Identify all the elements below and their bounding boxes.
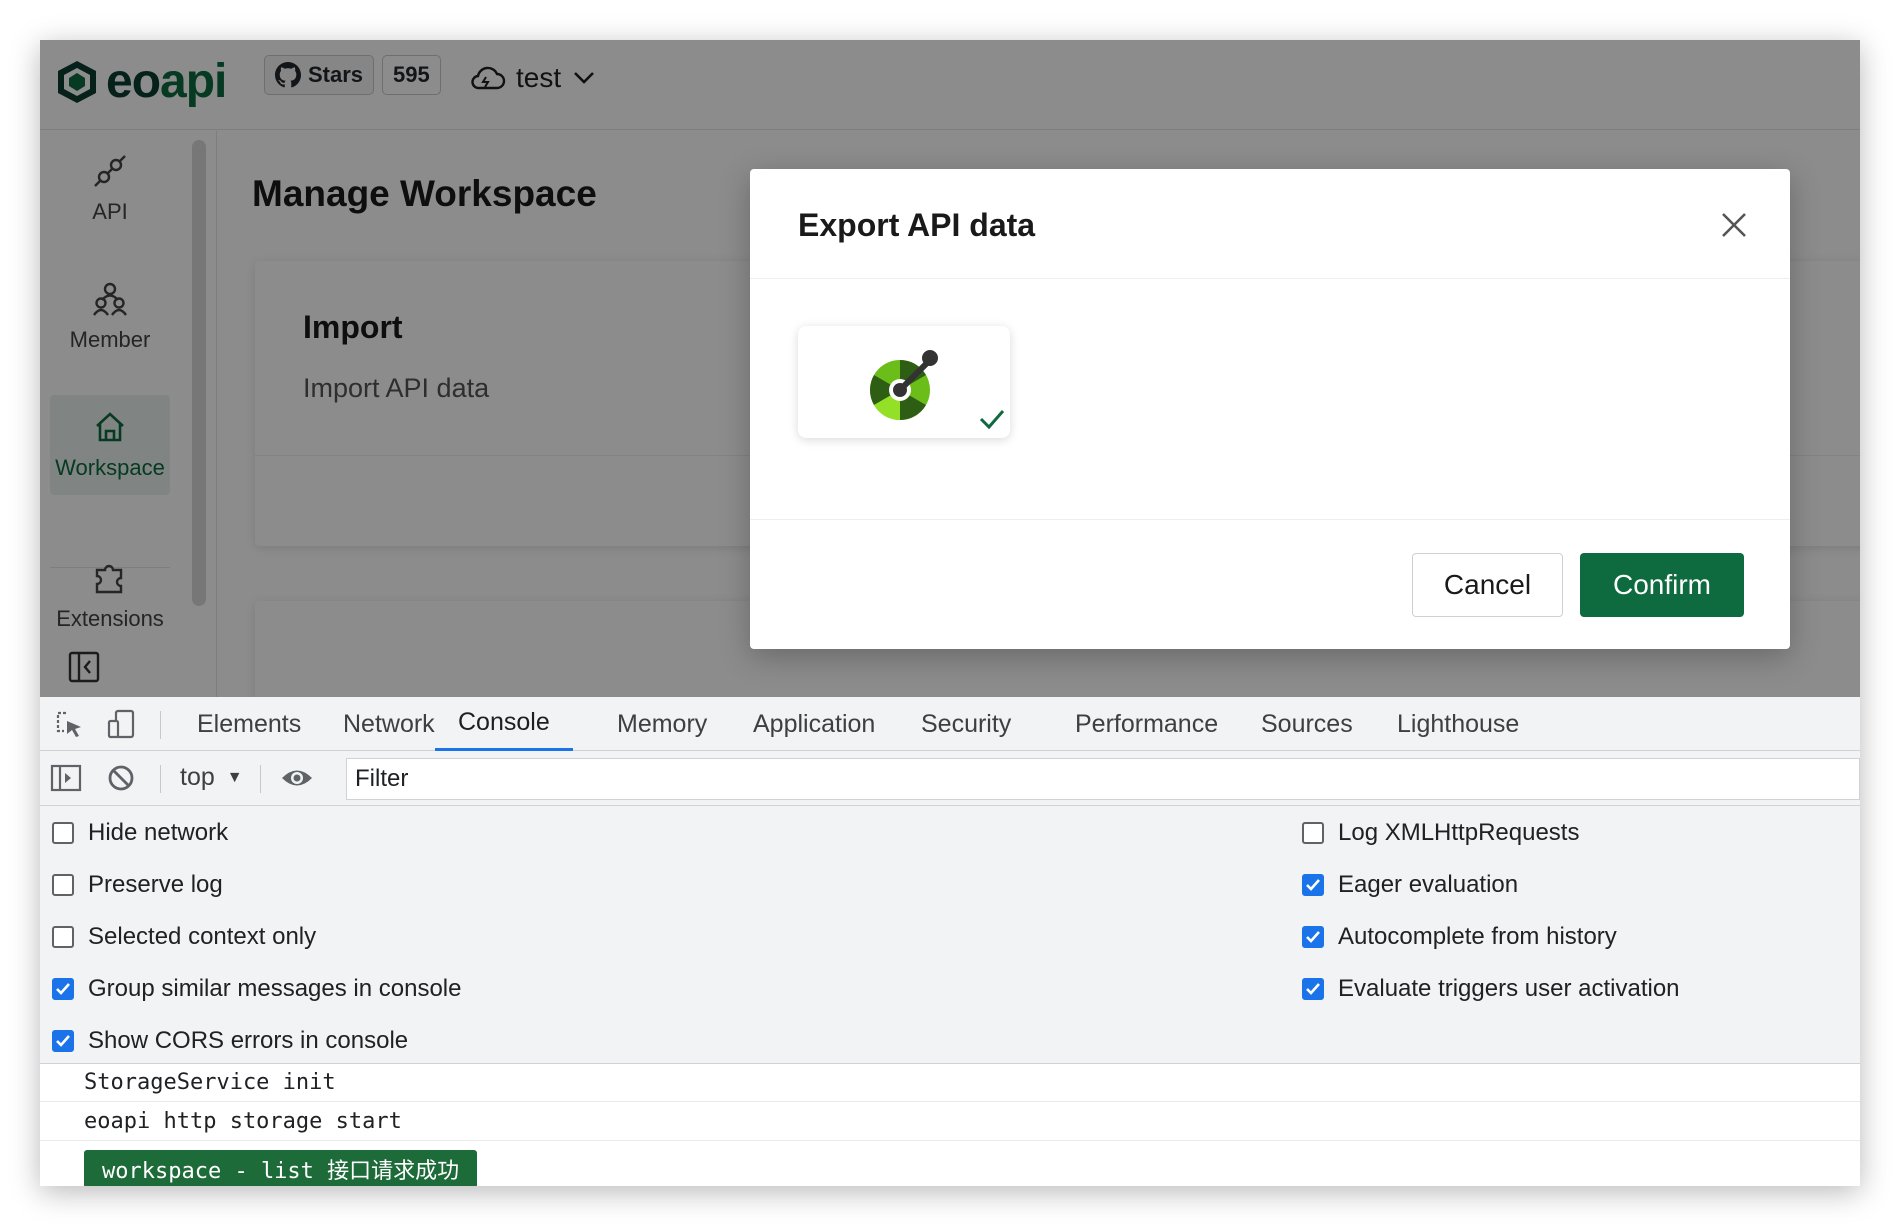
app-area: eoapi Stars 595 test API Member Workspac…	[40, 40, 1860, 697]
tab-elements[interactable]: Elements	[197, 697, 301, 751]
clear-console-icon	[108, 765, 134, 791]
checkbox-checked[interactable]	[1302, 874, 1324, 896]
checkbox[interactable]	[1302, 822, 1324, 844]
console-toolbar: top ▼	[40, 752, 1860, 806]
setting-eager-evaluation[interactable]: Eager evaluation	[1302, 871, 1518, 899]
setting-label: Preserve log	[88, 871, 223, 898]
checkbox[interactable]	[52, 874, 74, 896]
devtools-panel: Elements Network Console Memory Applicat…	[40, 697, 1860, 1186]
device-toggle-icon	[107, 709, 135, 739]
setting-preserve-log[interactable]: Preserve log	[52, 871, 223, 899]
execution-context-select[interactable]: top ▼	[180, 763, 243, 792]
tab-performance[interactable]: Performance	[1075, 697, 1218, 751]
inspect-element-button[interactable]	[54, 709, 84, 744]
device-toolbar-button[interactable]	[106, 709, 136, 744]
inspect-icon	[56, 711, 81, 737]
setting-show-cors-errors[interactable]: Show CORS errors in console	[52, 1027, 408, 1055]
toolbar-separator	[260, 765, 261, 793]
setting-label: Eager evaluation	[1338, 871, 1519, 898]
live-expression-button[interactable]	[280, 765, 314, 796]
setting-autocomplete-history[interactable]: Autocomplete from history	[1302, 923, 1617, 951]
tab-lighthouse[interactable]: Lighthouse	[1397, 697, 1519, 751]
tab-memory[interactable]: Memory	[617, 697, 707, 751]
modal-footer-divider	[750, 519, 1790, 520]
tab-security[interactable]: Security	[921, 697, 1011, 751]
toolbar-separator	[160, 765, 161, 793]
checkmark-icon	[1306, 931, 1320, 943]
caret-down-icon: ▼	[226, 768, 243, 786]
context-label: top	[180, 763, 215, 791]
setting-selected-context-only[interactable]: Selected context only	[52, 923, 316, 951]
openapi-logo-icon	[869, 350, 938, 420]
checkbox-checked[interactable]	[52, 978, 74, 1000]
checkbox-checked[interactable]	[1302, 978, 1324, 1000]
tab-sources[interactable]: Sources	[1261, 697, 1353, 751]
checkmark-icon	[56, 983, 70, 995]
console-message-styled: workspace - list 接口请求成功	[84, 1150, 478, 1186]
setting-label: Show CORS errors in console	[88, 1027, 409, 1054]
close-button[interactable]	[1716, 207, 1752, 243]
console-output: StorageService init eoapi http storage s…	[40, 1063, 1860, 1186]
tab-application[interactable]: Application	[753, 697, 875, 751]
checkbox-checked[interactable]	[1302, 926, 1324, 948]
show-sidebar-button[interactable]	[50, 763, 82, 798]
browser-window: eoapi Stars 595 test API Member Workspac…	[40, 40, 1860, 1186]
devtools-tabbar: Elements Network Console Memory Applicat…	[40, 697, 1860, 751]
checkmark-icon	[1306, 879, 1320, 891]
setting-label: Selected context only	[88, 923, 317, 950]
setting-label: Hide network	[88, 819, 229, 846]
export-option-openapi[interactable]	[798, 326, 1010, 438]
tab-console[interactable]: Console	[435, 697, 573, 751]
setting-group-similar[interactable]: Group similar messages in console	[52, 975, 462, 1003]
setting-label: Group similar messages in console	[88, 975, 462, 1002]
setting-label: Autocomplete from history	[1338, 923, 1617, 950]
setting-label: Evaluate triggers user activation	[1338, 975, 1680, 1002]
close-icon	[1722, 213, 1746, 237]
toolbar-separator	[160, 711, 161, 739]
clear-console-button[interactable]	[107, 764, 135, 797]
checkmark-icon	[1306, 983, 1320, 995]
cancel-button[interactable]: Cancel	[1412, 553, 1563, 617]
setting-log-xhr[interactable]: Log XMLHttpRequests	[1302, 819, 1579, 847]
selected-check-icon	[979, 410, 1005, 430]
console-sidebar-icon	[50, 764, 82, 792]
setting-label: Log XMLHttpRequests	[1338, 819, 1580, 846]
modal-header: Export API data	[750, 169, 1790, 279]
checkmark-icon	[56, 1035, 70, 1047]
confirm-button[interactable]: Confirm	[1580, 553, 1744, 617]
console-message: eoapi http storage start	[40, 1103, 1860, 1141]
console-filter-input[interactable]	[346, 758, 1860, 800]
setting-evaluate-triggers[interactable]: Evaluate triggers user activation	[1302, 975, 1680, 1003]
export-modal: Export API data Cancel Confirm	[750, 169, 1790, 649]
console-message: StorageService init	[40, 1064, 1860, 1102]
tab-network[interactable]: Network	[343, 697, 435, 751]
checkbox[interactable]	[52, 926, 74, 948]
checkbox-checked[interactable]	[52, 1030, 74, 1052]
console-settings: Hide network Preserve log Selected conte…	[40, 807, 1860, 1063]
checkbox[interactable]	[52, 822, 74, 844]
eye-icon	[282, 770, 312, 786]
modal-title: Export API data	[798, 207, 1036, 243]
setting-hide-network[interactable]: Hide network	[52, 819, 228, 847]
